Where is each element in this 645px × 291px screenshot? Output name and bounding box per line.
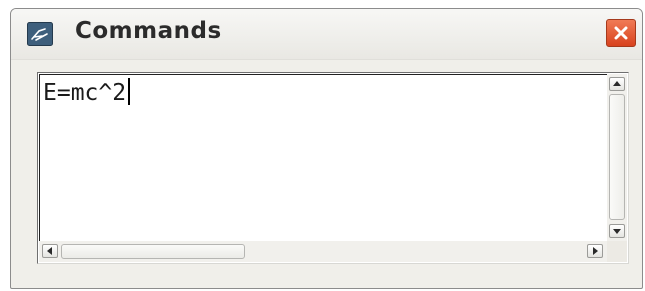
command-text: E=mc^2	[43, 80, 127, 106]
arrow-right-icon	[593, 247, 598, 255]
commands-window: Commands E=mc^2	[10, 8, 643, 289]
scroll-up-button[interactable]	[609, 77, 625, 91]
text-cursor	[128, 78, 131, 105]
title-bar[interactable]: Commands	[11, 9, 642, 60]
arrow-left-icon	[47, 247, 52, 255]
scroll-down-button[interactable]	[609, 224, 625, 238]
horizontal-scrollbar[interactable]	[39, 241, 607, 262]
command-editor-frame: E=mc^2	[37, 72, 629, 264]
scroll-left-button[interactable]	[42, 244, 58, 258]
window-title: Commands	[75, 18, 222, 44]
close-icon	[614, 26, 628, 40]
scrollbar-corner	[607, 241, 627, 262]
horizontal-scroll-thumb[interactable]	[61, 244, 245, 259]
command-editor[interactable]: E=mc^2	[39, 74, 607, 241]
arrow-up-icon	[613, 81, 621, 86]
vertical-scrollbar[interactable]	[607, 74, 627, 241]
app-icon	[27, 22, 53, 46]
vertical-scroll-thumb[interactable]	[609, 94, 625, 220]
scroll-right-button[interactable]	[587, 244, 603, 258]
arrow-down-icon	[613, 229, 621, 234]
close-button[interactable]	[606, 19, 636, 47]
